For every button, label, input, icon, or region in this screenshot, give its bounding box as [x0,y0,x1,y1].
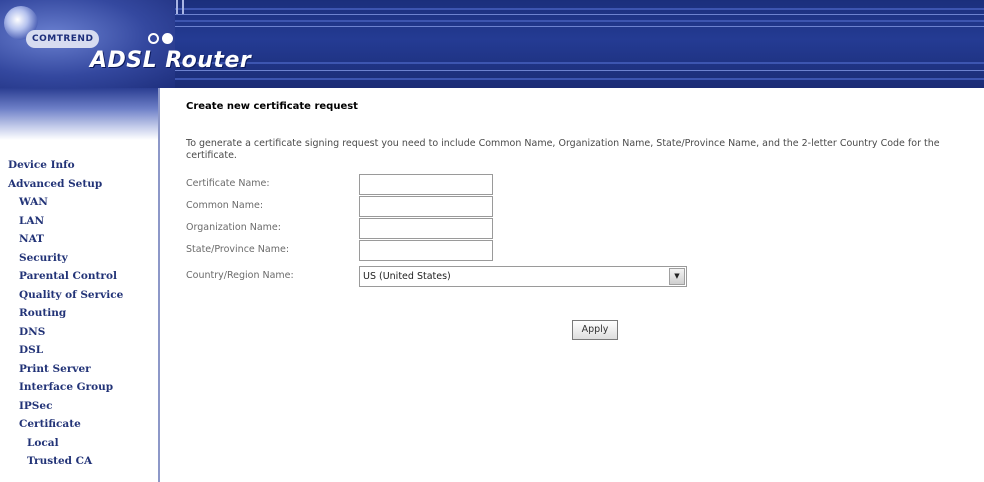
header-banner: COMTREND ADSL Router [0,0,984,88]
chevron-down-icon[interactable]: ▼ [669,268,685,285]
logo-area: COMTREND [0,0,175,88]
sidebar-nav: Device Info Advanced Setup WAN LAN NAT Securi… [0,156,158,471]
sidebar-item-certificate[interactable]: Certificate [0,415,158,434]
brand-logo: COMTREND [26,30,100,48]
certificate-name-label: Certificate Name: [186,178,270,189]
sidebar-item-quality-of-service[interactable]: Quality of Service [0,286,158,305]
sidebar-item-interface-group[interactable]: Interface Group [0,378,158,397]
sidebar-item-local[interactable]: Local [0,434,158,453]
common-name-label: Common Name: [186,200,264,211]
sidebar-item-parental-control[interactable]: Parental Control [0,267,158,286]
sidebar-item-nat[interactable]: NAT [0,230,158,249]
state-province-name-label: State/Province Name: [186,244,290,255]
certificate-name-input[interactable] [359,174,493,195]
page-description: To generate a certificate signing reques… [186,138,940,161]
sidebar-item-lan[interactable]: LAN [0,212,158,231]
brand-dots-icon [148,33,173,44]
product-title: ADSL Router [90,48,252,73]
page-title: Create new certificate request [186,101,358,112]
country-region-selected-value: US (United States) [363,271,451,282]
sidebar-item-dsl[interactable]: DSL [0,341,158,360]
country-region-select[interactable]: US (United States) ▼ [359,266,687,287]
sidebar-item-advanced-setup[interactable]: Advanced Setup [0,175,158,194]
sidebar-item-device-info[interactable]: Device Info [0,156,158,175]
sidebar-item-wan[interactable]: WAN [0,193,158,212]
organization-name-input[interactable] [359,218,493,239]
sidebar-item-dns[interactable]: DNS [0,323,158,342]
sidebar: Device Info Advanced Setup WAN LAN NAT Securi… [0,88,160,482]
sidebar-item-trusted-ca[interactable]: Trusted CA [0,452,158,471]
state-province-name-input[interactable] [359,240,493,261]
sidebar-item-ipsec[interactable]: IPSec [0,397,158,416]
country-region-name-label: Country/Region Name: [186,270,294,281]
sidebar-banner [0,88,158,140]
sidebar-item-print-server[interactable]: Print Server [0,360,158,379]
sidebar-item-security[interactable]: Security [0,249,158,268]
common-name-input[interactable] [359,196,493,217]
sidebar-item-routing[interactable]: Routing [0,304,158,323]
main-content: Create new certificate request To genera… [176,88,984,482]
apply-button[interactable]: Apply [572,320,618,340]
organization-name-label: Organization Name: [186,222,281,233]
